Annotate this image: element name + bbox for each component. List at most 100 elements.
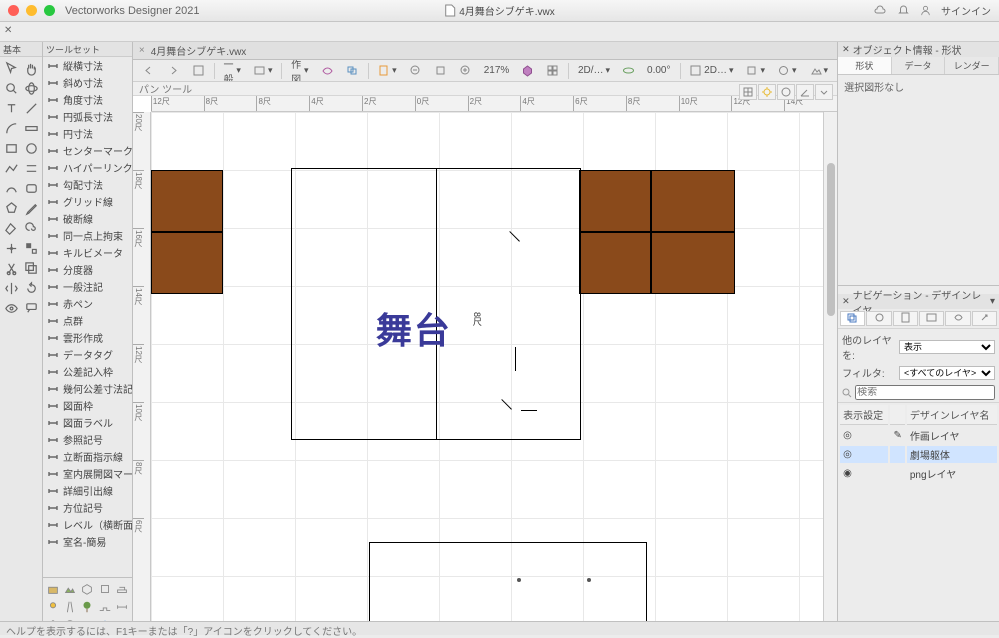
- maximize-window-button[interactable]: [44, 5, 55, 16]
- fill-tool[interactable]: [1, 218, 21, 238]
- nav-tab-reference[interactable]: [972, 311, 997, 326]
- toolset-item[interactable]: 雲形作成: [43, 329, 132, 346]
- nav-tab-sheetlayer[interactable]: [893, 311, 918, 326]
- toolset-item[interactable]: 円寸法: [43, 125, 132, 142]
- cat-landscape-icon[interactable]: [62, 580, 78, 597]
- flyover-tool[interactable]: [21, 78, 41, 98]
- offset-tool[interactable]: [21, 258, 41, 278]
- zoom-field[interactable]: 217%: [479, 62, 515, 80]
- snap-object-icon[interactable]: [777, 84, 795, 100]
- layer-row[interactable]: ◎劇場躯体: [840, 446, 997, 463]
- rotate-tool[interactable]: [21, 278, 41, 298]
- minimize-window-button[interactable]: [26, 5, 37, 16]
- snap-chevron-icon[interactable]: [815, 84, 833, 100]
- view-mode-dropdown[interactable]: 2D/… ▾: [573, 62, 615, 80]
- visibility-tool[interactable]: [1, 298, 21, 318]
- double-line-tool[interactable]: [21, 158, 41, 178]
- zoom-out-button[interactable]: [404, 62, 427, 80]
- layer-edit-icon[interactable]: [890, 446, 904, 463]
- cat-road-icon[interactable]: [62, 598, 78, 615]
- layer-row[interactable]: ◎✎作画レイヤ: [840, 427, 997, 444]
- cat-dims-icon[interactable]: [114, 598, 130, 615]
- platform-right-bottom-a[interactable]: [579, 232, 651, 294]
- toolset-item[interactable]: 破断線: [43, 210, 132, 227]
- platform-right-top-b[interactable]: [651, 170, 735, 232]
- other-layers-select[interactable]: 表示: [899, 340, 995, 354]
- layer-visibility-icon[interactable]: ◎: [840, 427, 888, 444]
- toolset-item[interactable]: 縦横寸法: [43, 57, 132, 74]
- zoom-fit-button[interactable]: [429, 62, 452, 80]
- selection-tool[interactable]: [1, 58, 21, 78]
- panel-resize-handle[interactable]: [995, 318, 999, 358]
- pin-icon[interactable]: ✕: [4, 25, 18, 39]
- tab-data[interactable]: データ: [892, 57, 946, 74]
- render-mode-dropdown[interactable]: 2D… ▾: [684, 62, 738, 80]
- pan-tool[interactable]: [21, 58, 41, 78]
- toolset-item[interactable]: 点群: [43, 312, 132, 329]
- col-layername[interactable]: デザインレイヤ名: [907, 405, 997, 425]
- locus-tool[interactable]: [1, 238, 21, 258]
- toolset-item[interactable]: 方位記号: [43, 499, 132, 516]
- drawing-area[interactable]: 12尺8尺8尺4尺2尺0尺2尺4尺6尺8尺10尺12尺14尺 20尺18尺16尺…: [133, 96, 837, 635]
- toolset-item[interactable]: 分度器: [43, 261, 132, 278]
- scrollbar-vertical[interactable]: [823, 112, 837, 621]
- render-4-button[interactable]: ▾: [804, 62, 834, 80]
- toolset-item[interactable]: ハイパーリンク: [43, 159, 132, 176]
- toolset-item[interactable]: 詳細引出線: [43, 482, 132, 499]
- canvas[interactable]: 舞台 8尺: [151, 112, 837, 635]
- toolset-item[interactable]: 参照記号: [43, 431, 132, 448]
- platform-right-bottom-b[interactable]: [651, 232, 735, 294]
- zoom-tool[interactable]: [1, 78, 21, 98]
- platform-left-top[interactable]: [151, 170, 223, 232]
- toolset-item[interactable]: 図面ラベル: [43, 414, 132, 431]
- col-edit[interactable]: [890, 405, 904, 425]
- snap-grid-icon[interactable]: [739, 84, 757, 100]
- toolset-item[interactable]: データタグ: [43, 346, 132, 363]
- tab-render[interactable]: レンダー: [945, 57, 999, 74]
- plan-view-button[interactable]: ▾: [372, 62, 402, 80]
- platform-left-bottom[interactable]: [151, 232, 223, 294]
- rectangle-tool[interactable]: [1, 138, 21, 158]
- toolset-item[interactable]: 図面枠: [43, 397, 132, 414]
- toolset-item[interactable]: 円弧長寸法: [43, 108, 132, 125]
- layer-dropdown[interactable]: 一般 ▾: [219, 62, 246, 80]
- circle-tool[interactable]: [21, 138, 41, 158]
- mirror-tool[interactable]: [1, 278, 21, 298]
- toolset-item[interactable]: 同一点上拘束: [43, 227, 132, 244]
- layer-edit-icon[interactable]: ✎: [890, 427, 904, 444]
- layer-vis-button[interactable]: [341, 62, 364, 80]
- polygon-tool[interactable]: [1, 198, 21, 218]
- toolset-item[interactable]: 一般注記: [43, 278, 132, 295]
- class-vis-button[interactable]: [316, 62, 339, 80]
- cat-detail-icon[interactable]: [97, 580, 113, 597]
- nav-tab-viewport[interactable]: [919, 311, 944, 326]
- spiral-tool[interactable]: [21, 218, 41, 238]
- close-window-button[interactable]: [8, 5, 19, 16]
- render-3-button[interactable]: ▾: [772, 62, 802, 80]
- attribute-tool[interactable]: [21, 238, 41, 258]
- document-tab[interactable]: × 4月舞台シブゲキ.vwx: [133, 42, 837, 60]
- cat-3d-icon[interactable]: [79, 580, 95, 597]
- render-2-button[interactable]: ▾: [740, 62, 770, 80]
- close-tab-button[interactable]: ×: [139, 45, 145, 56]
- toolset-item[interactable]: キルビメータ: [43, 244, 132, 261]
- line-tool[interactable]: [21, 98, 41, 118]
- cat-light-icon[interactable]: [45, 598, 61, 615]
- layer-search-input[interactable]: [855, 385, 995, 400]
- toolset-item[interactable]: 勾配寸法: [43, 176, 132, 193]
- layer-row[interactable]: ◉pngレイヤ: [840, 465, 997, 482]
- cloud-icon[interactable]: [874, 4, 887, 17]
- cat-building-icon[interactable]: [45, 580, 61, 597]
- toolset-item[interactable]: 立断面指示線: [43, 448, 132, 465]
- saved-view-button[interactable]: ▾: [248, 62, 278, 80]
- toolset-item[interactable]: グリッド線: [43, 193, 132, 210]
- nav-tab-class[interactable]: [866, 311, 891, 326]
- fit-page-button[interactable]: [187, 62, 210, 80]
- callout-tool[interactable]: [21, 298, 41, 318]
- view-back-button[interactable]: [137, 62, 160, 80]
- multiview-button[interactable]: [541, 62, 564, 80]
- view-forward-button[interactable]: [162, 62, 185, 80]
- freehand-tool[interactable]: [1, 178, 21, 198]
- zoom-in-button[interactable]: [454, 62, 477, 80]
- toolset-item[interactable]: 室名-簡易: [43, 533, 132, 550]
